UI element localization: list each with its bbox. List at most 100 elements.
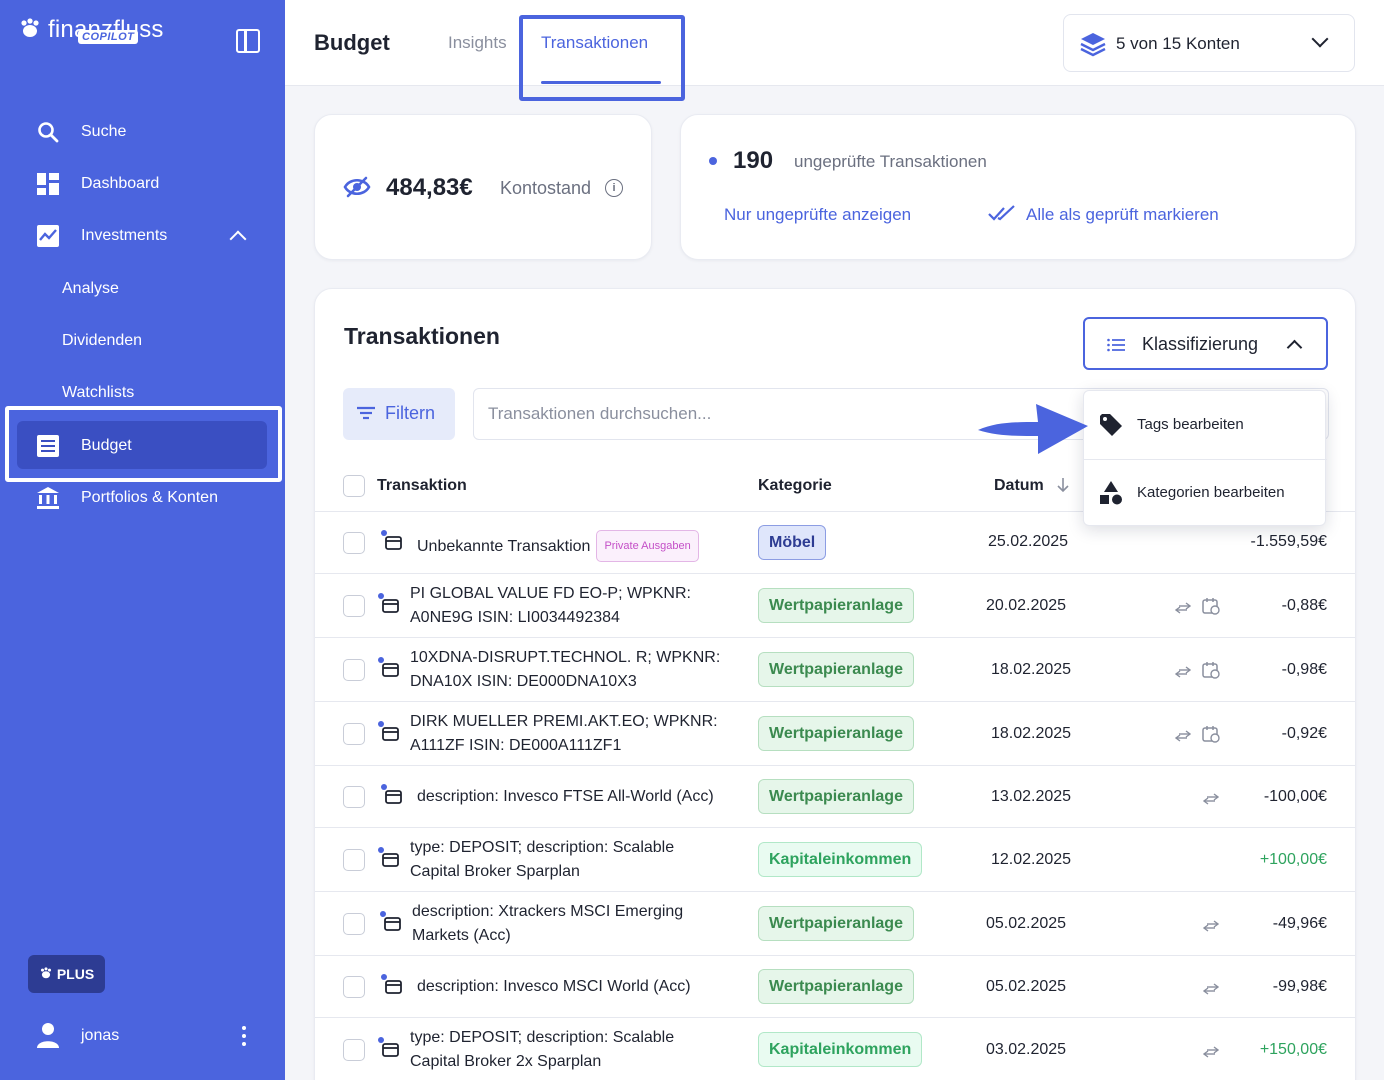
category-badge[interactable]: Wertpapieranlage: [758, 716, 914, 751]
row-checkbox[interactable]: [343, 723, 365, 745]
sidebar-item-analyse[interactable]: Analyse: [0, 263, 285, 315]
table-row[interactable]: description: Xtrackers MSCI Emerging Mark…: [315, 892, 1355, 956]
table-row[interactable]: type: DEPOSIT; description: Scalable Capi…: [315, 1018, 1355, 1080]
row-checkbox[interactable]: [343, 595, 365, 617]
column-header-category[interactable]: Kategorie: [758, 477, 832, 495]
transfer-icon[interactable]: [1202, 919, 1220, 932]
sort-arrow-icon[interactable]: [1056, 477, 1070, 498]
table-row[interactable]: DIRK MUELLER PREMI.AKT.EO; WPKNR: A111ZF …: [315, 702, 1355, 766]
active-tab-underline: [541, 81, 661, 84]
table-row[interactable]: PI GLOBAL VALUE FD EO-P; WPKNR: A0NE9G IS…: [315, 574, 1355, 638]
recurring-calendar-icon[interactable]: [1202, 597, 1220, 615]
transaction-description: description: Invesco MSCI World (Acc): [417, 978, 691, 995]
balance-amount: 484,83€: [386, 174, 473, 201]
chevron-up-icon: [1286, 339, 1303, 356]
menu-item-edit-categories[interactable]: Kategorien bearbeiten: [1084, 459, 1327, 527]
menu-item-label: Kategorien bearbeiten: [1137, 484, 1285, 501]
category-badge[interactable]: Möbel: [758, 525, 827, 560]
sidebar-item-budget[interactable]: Budget: [0, 420, 285, 472]
transaction-amount: -0,88€: [1281, 597, 1327, 614]
transaction-description: 10XDNA-DISRUPT.TECHNOL. R; WPKNR: DNA10X …: [410, 646, 720, 694]
transaction-line1: DIRK MUELLER PREMI.AKT.EO; WPKNR:: [410, 713, 718, 730]
category-badge[interactable]: Kapitaleinkommen: [758, 1032, 923, 1067]
tab-transaktionen[interactable]: Transaktionen: [541, 33, 648, 53]
transaction-description: Unbekannte Transaktion Private Ausgaben: [417, 530, 699, 562]
select-all-checkbox[interactable]: [343, 475, 365, 497]
column-header-date[interactable]: Datum: [994, 477, 1044, 495]
info-icon[interactable]: i: [605, 179, 623, 197]
table-row[interactable]: description: Invesco FTSE All-World (Acc…: [315, 766, 1355, 828]
transaction-line2: Capital Broker 2x Sparplan: [410, 1053, 602, 1070]
tab-insights[interactable]: Insights: [448, 33, 507, 53]
sidebar-item-portfolios[interactable]: Portfolios & Konten: [0, 472, 285, 524]
category-badge[interactable]: Wertpapieranlage: [758, 779, 914, 814]
plus-badge[interactable]: PLUS: [28, 955, 105, 993]
sidebar-item-label: Dashboard: [81, 175, 160, 192]
transaction-date: 05.02.2025: [986, 915, 1067, 932]
transaction-date: 05.02.2025: [986, 978, 1067, 995]
transfer-icon[interactable]: [1202, 1045, 1220, 1058]
transfer-icon[interactable]: [1174, 665, 1192, 678]
card-icon: [381, 530, 403, 552]
table-row[interactable]: type: DEPOSIT; description: Scalable Capi…: [315, 828, 1355, 892]
sidebar-item-investments[interactable]: Investments: [0, 210, 285, 262]
table-row[interactable]: 10XDNA-DISRUPT.TECHNOL. R; WPKNR: DNA10X …: [315, 638, 1355, 702]
category-badge[interactable]: Wertpapieranlage: [758, 588, 914, 623]
row-checkbox[interactable]: [343, 659, 365, 681]
filter-button[interactable]: Filtern: [343, 388, 455, 440]
budget-icon: [36, 434, 60, 458]
row-checkbox[interactable]: [343, 913, 365, 935]
pointer-arrow-icon: [978, 404, 1088, 454]
tag-icon: [1098, 412, 1124, 438]
row-checkbox[interactable]: [343, 849, 365, 871]
category-badge[interactable]: Wertpapieranlage: [758, 969, 914, 1004]
transaction-amount: -1.559,59€: [1250, 533, 1327, 550]
classification-button[interactable]: Klassifizierung: [1083, 317, 1328, 370]
card-icon: [381, 784, 403, 806]
column-header-transaction[interactable]: Transaktion: [377, 477, 467, 495]
card-icon: [380, 911, 402, 933]
transfer-icon[interactable]: [1174, 601, 1192, 614]
row-checkbox[interactable]: [343, 786, 365, 808]
row-checkbox[interactable]: [343, 976, 365, 998]
sidebar-collapse-icon[interactable]: [236, 29, 260, 53]
category-badge[interactable]: Wertpapieranlage: [758, 652, 914, 687]
unchecked-count: 190: [733, 147, 774, 174]
transaction-line2: A0NE9G ISIN: LI0034492384: [410, 609, 620, 626]
page-title: Budget: [314, 30, 390, 55]
transaction-amount: -100,00€: [1263, 788, 1327, 805]
row-checkbox[interactable]: [343, 1039, 365, 1061]
chevron-up-icon[interactable]: [229, 230, 247, 248]
sidebar-item-suche[interactable]: Suche: [0, 106, 285, 158]
card-icon: [378, 593, 400, 615]
copilot-badge: COPILOT: [78, 30, 139, 44]
sidebar-item-label: Investments: [81, 227, 168, 244]
menu-item-edit-tags[interactable]: Tags bearbeiten: [1084, 391, 1327, 459]
transaction-amount: -49,96€: [1272, 915, 1327, 932]
accounts-selector[interactable]: 5 von 15 Konten: [1063, 14, 1355, 72]
transfer-icon[interactable]: [1202, 792, 1220, 805]
transaction-description: description: Invesco FTSE All-World (Acc…: [417, 788, 714, 805]
transaction-amount: +100,00€: [1259, 851, 1327, 868]
bank-icon: [36, 486, 60, 510]
eye-off-icon[interactable]: [343, 175, 371, 199]
category-badge[interactable]: Wertpapieranlage: [758, 906, 914, 941]
mark-all-checked-link[interactable]: Alle als geprüft markieren: [1026, 205, 1219, 225]
row-checkbox[interactable]: [343, 532, 365, 554]
sidebar-item-label: Watchlists: [62, 384, 135, 401]
recurring-calendar-icon[interactable]: [1202, 661, 1220, 679]
category-badge[interactable]: Kapitaleinkommen: [758, 842, 923, 877]
recurring-calendar-icon[interactable]: [1202, 725, 1220, 743]
unchecked-card: 190 ungeprüfte Transaktionen Nur ungeprü…: [680, 114, 1356, 260]
transaction-line2: A111ZF ISIN: DE000A111ZF1: [410, 737, 622, 754]
table-row[interactable]: description: Invesco MSCI World (Acc) We…: [315, 956, 1355, 1018]
transaction-line1: type: DEPOSIT; description: Scalable: [410, 839, 675, 856]
tag-badge[interactable]: Private Ausgaben: [596, 530, 699, 562]
sidebar-item-dividenden[interactable]: Dividenden: [0, 315, 285, 367]
kebab-menu-icon[interactable]: [242, 1026, 246, 1046]
show-unchecked-link[interactable]: Nur ungeprüfte anzeigen: [724, 205, 911, 225]
sidebar-item-dashboard[interactable]: Dashboard: [0, 158, 285, 210]
transfer-icon[interactable]: [1202, 982, 1220, 995]
transfer-icon[interactable]: [1174, 729, 1192, 742]
user-menu[interactable]: jonas: [0, 1012, 285, 1060]
